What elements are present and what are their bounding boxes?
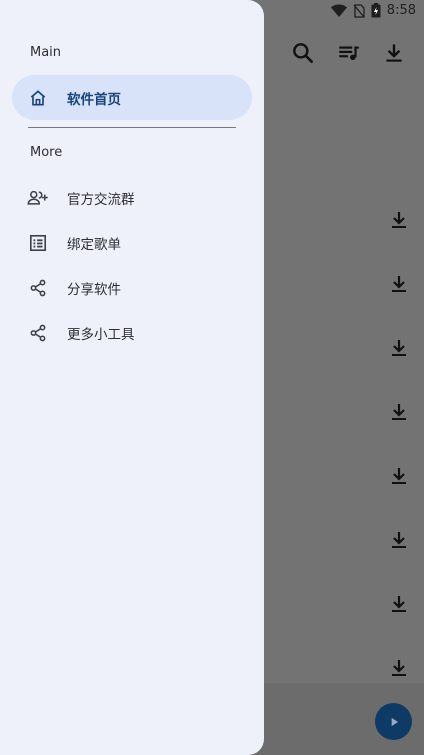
play-button[interactable] bbox=[375, 703, 412, 740]
wifi-icon bbox=[330, 4, 347, 17]
nav-item-share-app[interactable]: 分享软件 bbox=[12, 265, 252, 310]
nav-item-label: 分享软件 bbox=[67, 281, 121, 298]
playlist-icon[interactable] bbox=[336, 40, 362, 66]
nav-item-more-tools[interactable]: 更多小工具 bbox=[12, 310, 252, 355]
share-icon bbox=[27, 277, 49, 299]
section-title-more: More bbox=[30, 145, 63, 160]
divider bbox=[28, 127, 236, 128]
home-icon bbox=[27, 87, 49, 109]
download-icon[interactable] bbox=[387, 656, 411, 680]
nav-item-label: 软件首页 bbox=[67, 91, 121, 108]
download-icon[interactable] bbox=[387, 336, 411, 360]
download-icon[interactable] bbox=[387, 272, 411, 296]
group-add-icon bbox=[27, 187, 49, 209]
share-icon bbox=[27, 322, 49, 344]
list-icon bbox=[27, 232, 49, 254]
nav-item-bind-playlist[interactable]: 绑定歌单 bbox=[12, 220, 252, 265]
status-time: 8:58 bbox=[386, 3, 416, 18]
download-icon[interactable] bbox=[387, 464, 411, 488]
download-icon[interactable] bbox=[387, 208, 411, 232]
no-sim-icon bbox=[353, 3, 365, 18]
navigation-drawer: Main 软件首页 More 官方交流群 绑定歌单 分享软件 更多小工具 bbox=[0, 0, 264, 755]
play-icon bbox=[391, 717, 398, 726]
nav-item-group[interactable]: 官方交流群 bbox=[12, 175, 252, 220]
nav-item-label: 绑定歌单 bbox=[67, 236, 121, 253]
battery-icon bbox=[371, 3, 381, 18]
download-icon[interactable] bbox=[387, 400, 411, 424]
download-icon[interactable] bbox=[381, 40, 407, 66]
download-icon[interactable] bbox=[387, 592, 411, 616]
search-icon[interactable] bbox=[290, 40, 316, 66]
nav-item-label: 官方交流群 bbox=[67, 191, 135, 208]
nav-item-label: 更多小工具 bbox=[67, 326, 135, 343]
download-icon[interactable] bbox=[387, 528, 411, 552]
section-title-main: Main bbox=[30, 45, 62, 60]
nav-item-home[interactable]: 软件首页 bbox=[12, 75, 252, 120]
